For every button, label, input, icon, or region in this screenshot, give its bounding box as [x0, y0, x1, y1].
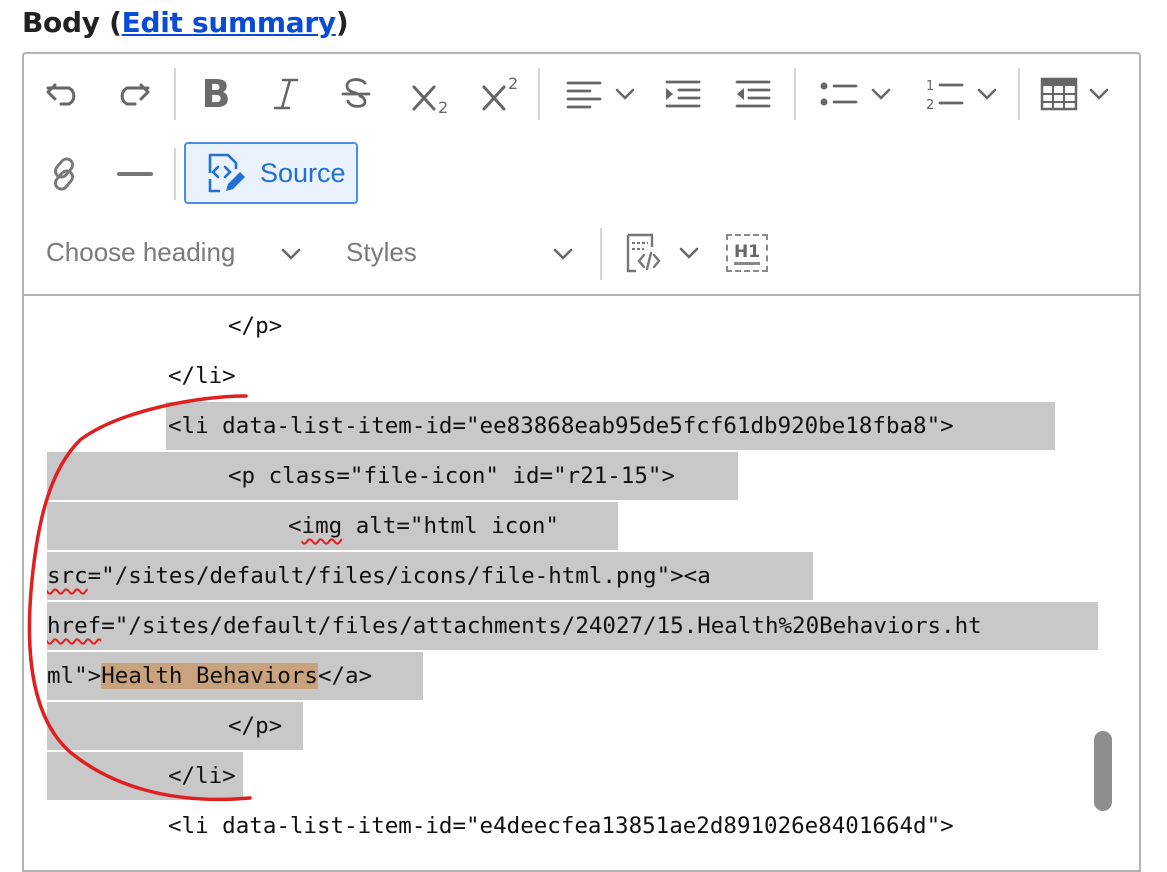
- bold-button[interactable]: B: [192, 72, 240, 116]
- undo-icon: [46, 83, 76, 106]
- toolbar-separator: [538, 68, 540, 120]
- italic-icon: [273, 78, 299, 110]
- heading-id-label: H1: [733, 242, 761, 265]
- code-line-selected: <p class="file-icon" id="r21-15">: [47, 452, 738, 500]
- heading-id-button[interactable]: H1: [722, 230, 772, 276]
- redo-icon: [120, 83, 150, 106]
- code-token-misspelled: href: [47, 613, 102, 639]
- undo-button[interactable]: [38, 74, 88, 114]
- italic-button[interactable]: [262, 72, 310, 116]
- code-token: ="/sites/default/files/icons/file-html.p…: [87, 563, 711, 589]
- editor-toolbar: B 2 2 12 Source Choose heading Styles H1: [24, 54, 1139, 296]
- code-line-selected: </li>: [47, 752, 243, 800]
- source-editing-area[interactable]: </p> </li> <li data-list-item-id="ee8386…: [24, 296, 1139, 856]
- bold-icon: B: [201, 72, 231, 116]
- redo-button[interactable]: [108, 74, 158, 114]
- strikethrough-icon: [341, 78, 371, 108]
- code-block-icon: [626, 233, 661, 273]
- toolbar-separator: [174, 68, 176, 120]
- indent-button[interactable]: [658, 74, 708, 114]
- scrollbar-thumb[interactable]: [1094, 731, 1112, 811]
- numbered-list-dropdown[interactable]: 12: [916, 72, 1006, 116]
- edit-summary-link[interactable]: Edit summary: [122, 6, 337, 39]
- svg-text:2: 2: [438, 98, 448, 115]
- styles-dropdown-label: Styles: [346, 236, 417, 267]
- source-button-label: Source: [260, 157, 346, 188]
- code-line-selected: src="/sites/default/files/icons/file-htm…: [47, 552, 813, 600]
- chevron-down-icon: [1089, 88, 1109, 100]
- toolbar-separator: [600, 228, 602, 280]
- chevron-down-icon: [615, 88, 635, 100]
- indent-icon: [665, 80, 701, 108]
- code-token: ="/sites/default/files/attachments/24027…: [101, 613, 982, 639]
- table-icon: [1040, 77, 1078, 111]
- link-button[interactable]: [42, 152, 86, 196]
- heading-dropdown-label: Choose heading: [46, 236, 236, 267]
- code-token: <: [288, 513, 302, 539]
- bulleted-list-dropdown[interactable]: [810, 74, 900, 114]
- code-line: </p>: [228, 313, 283, 339]
- toolbar-separator: [1018, 68, 1020, 120]
- code-line-selected: </p>: [47, 702, 303, 750]
- horizontal-line-button[interactable]: [110, 154, 160, 194]
- outdent-icon: [735, 80, 771, 108]
- code-line-selected: <img alt="html icon": [47, 502, 618, 550]
- code-token-misspelled: src: [47, 563, 88, 589]
- source-code-icon: [208, 153, 245, 193]
- toolbar-separator: [794, 68, 796, 120]
- link-icon: [54, 157, 74, 191]
- chevron-down-icon: [977, 88, 997, 100]
- code-line-selected: href="/sites/default/files/attachments/2…: [47, 602, 1098, 650]
- subscript-icon: 2: [412, 85, 448, 115]
- insert-table-dropdown[interactable]: [1032, 74, 1118, 114]
- chevron-down-icon: [679, 247, 699, 259]
- code-line-selected: <li data-list-item-id="ee83868eab95de5fc…: [166, 402, 1055, 450]
- outdent-button[interactable]: [728, 74, 778, 114]
- svg-text:1: 1: [926, 79, 934, 94]
- code-token: </a>: [317, 663, 373, 689]
- chevron-down-icon: [553, 248, 573, 260]
- align-left-icon: [566, 81, 602, 109]
- superscript-button[interactable]: 2: [474, 68, 530, 118]
- toolbar-separator: [174, 148, 176, 200]
- strikethrough-button[interactable]: [332, 72, 380, 116]
- field-label: Body (Edit summary): [22, 6, 349, 39]
- horizontal-line-icon: [117, 172, 153, 176]
- heading-dropdown[interactable]: Choose heading: [46, 232, 312, 272]
- code-block-dropdown[interactable]: [616, 228, 706, 278]
- heading-id-icon: H1: [726, 234, 768, 272]
- source-button[interactable]: Source: [184, 142, 358, 204]
- code-line: <li data-list-item-id="e4deecfea13851ae2…: [168, 813, 954, 839]
- field-label-suffix: ): [335, 6, 349, 39]
- code-token: alt="html icon": [355, 513, 559, 539]
- svg-text:2: 2: [508, 74, 518, 93]
- field-label-prefix: Body (: [22, 6, 122, 39]
- chevron-down-icon: [871, 88, 891, 100]
- selected-text: Health Behaviors: [101, 663, 318, 689]
- code-token: ml">: [47, 663, 102, 689]
- styles-dropdown[interactable]: Styles: [346, 232, 584, 272]
- chevron-down-icon: [281, 248, 301, 260]
- superscript-icon: 2: [482, 74, 518, 111]
- bulleted-list-icon: [820, 82, 858, 106]
- numbered-list-icon: 12: [926, 79, 964, 112]
- code-token-misspelled: img: [301, 513, 343, 539]
- code-line-selected: ml">Health Behaviors</a>: [47, 652, 423, 700]
- code-line: </li>: [168, 363, 236, 389]
- alignment-dropdown[interactable]: [556, 74, 644, 114]
- subscript-button[interactable]: 2: [404, 70, 460, 120]
- svg-text:2: 2: [926, 98, 934, 112]
